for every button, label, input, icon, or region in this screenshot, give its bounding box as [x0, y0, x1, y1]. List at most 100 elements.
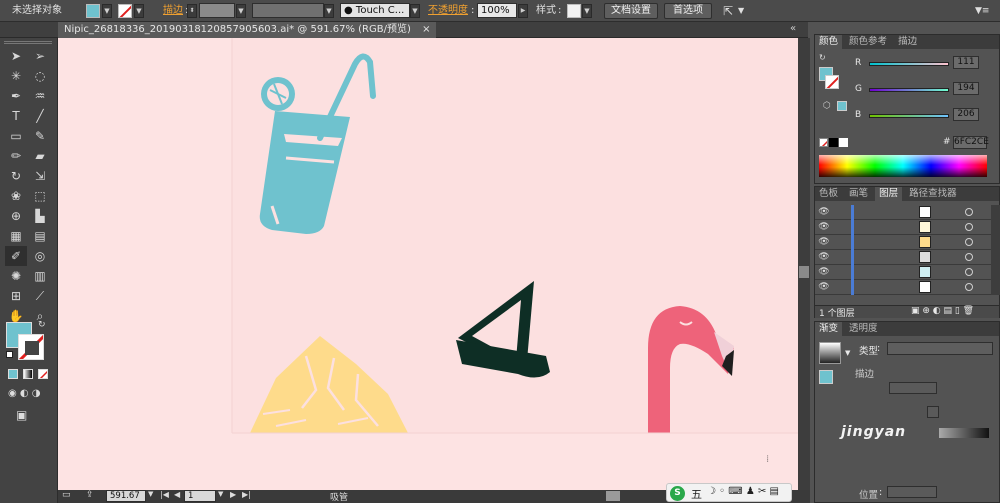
gradient-preset-dropdown[interactable]: ▼ [845, 349, 850, 357]
shape-builder-tool-icon[interactable]: ⊕ [5, 206, 27, 226]
g-slider[interactable] [869, 88, 949, 92]
b-input[interactable]: 206 [953, 108, 979, 121]
curvature-tool-icon[interactable]: ♒ [29, 86, 51, 106]
screen-mode-icon[interactable]: ▣ [16, 408, 27, 422]
next-page-icon[interactable]: ▶ [230, 490, 236, 499]
symbol-sprayer-tool-icon[interactable]: ✺ [5, 266, 27, 286]
collapse-panels-icon[interactable]: « [790, 23, 796, 34]
none-swatch[interactable] [819, 138, 828, 147]
artboard-nav-icon[interactable]: ▭ [62, 490, 71, 500]
prev-page-icon[interactable]: ◀ [174, 490, 180, 499]
column-graph-tool-icon[interactable]: ▥ [29, 266, 51, 286]
swap-fill-stroke-icon[interactable]: ↻ [38, 320, 46, 330]
tab-swatches[interactable]: 色板 [815, 187, 842, 201]
position-input[interactable] [887, 486, 937, 498]
visibility-eye-icon[interactable]: 👁 [817, 205, 831, 220]
visibility-eye-icon[interactable]: 👁 [817, 220, 831, 235]
chevron-down-icon[interactable]: ▼ [738, 0, 744, 22]
visibility-eye-icon[interactable]: 👁 [817, 250, 831, 265]
first-page-icon[interactable]: |◀ [160, 490, 169, 499]
r-input[interactable]: 111 [953, 56, 979, 69]
artboard-canvas[interactable]: ⁞ [58, 38, 798, 490]
target-circle-icon[interactable] [965, 223, 973, 231]
stroke-color-box[interactable] [18, 334, 44, 360]
document-setup-button[interactable]: 文档设置 [604, 3, 658, 19]
opacity-label[interactable]: 不透明度 [428, 0, 468, 22]
horizontal-scroll-thumb[interactable] [606, 491, 620, 501]
layer-row[interactable]: 👁 [815, 205, 991, 220]
opacity-stepper[interactable]: ▶ [518, 4, 528, 18]
panel-menu-icon[interactable]: ▼≡ [975, 0, 989, 22]
visibility-eye-icon[interactable]: 👁 [817, 235, 831, 250]
close-tab-icon[interactable]: × [422, 24, 430, 35]
target-circle-icon[interactable] [965, 268, 973, 276]
type-tool-icon[interactable]: T [5, 106, 27, 126]
tab-color-guide[interactable]: 颜色参考 [845, 35, 891, 49]
layer-row[interactable]: 👁 [815, 235, 991, 250]
style-dropdown[interactable]: ▼ [582, 4, 592, 18]
slice-tool-icon[interactable]: ⟋ [29, 286, 51, 306]
b-slider[interactable] [869, 114, 949, 118]
swap-icon[interactable]: ↻ [819, 53, 826, 62]
gradient-type-select[interactable] [887, 342, 993, 355]
free-transform-tool-icon[interactable]: ⬚ [29, 186, 51, 206]
graph-tool-icon[interactable]: ▙ [29, 206, 51, 226]
aspect-dropdown[interactable] [927, 406, 939, 418]
scale-tool-icon[interactable]: ⇲ [29, 166, 51, 186]
target-circle-icon[interactable] [965, 208, 973, 216]
lasso-tool-icon[interactable]: ◌ [29, 66, 51, 86]
angle-input[interactable] [889, 382, 937, 394]
zoom-input[interactable]: 591.67 [106, 490, 146, 502]
gradient-mode-icon[interactable] [23, 369, 33, 379]
mesh-tool-icon[interactable]: ▦ [5, 226, 27, 246]
preferences-button[interactable]: 首选项 [664, 3, 712, 19]
visibility-eye-icon[interactable]: 👁 [817, 265, 831, 280]
color-spectrum[interactable] [819, 155, 987, 177]
layer-actions-icon[interactable]: ▣ ⊕ ◐ ▤ ▯ 🗑 [911, 306, 974, 316]
eraser-tool-icon[interactable]: ▰ [29, 146, 51, 166]
vertical-scrollbar[interactable] [798, 38, 810, 490]
eyedropper-tool-icon[interactable]: ✐ [5, 246, 27, 266]
last-page-icon[interactable]: ▶| [242, 490, 251, 499]
ime-mode[interactable]: 五 [691, 486, 702, 502]
brush-definition[interactable]: ● Touch C... [340, 3, 410, 18]
magic-wand-tool-icon[interactable]: ✳ [5, 66, 27, 86]
g-input[interactable]: 194 [953, 82, 979, 95]
tab-brushes[interactable]: 画笔 [845, 187, 872, 201]
brush-dropdown[interactable]: ▼ [410, 4, 420, 18]
target-circle-icon[interactable] [965, 253, 973, 261]
visibility-eye-icon[interactable]: 👁 [817, 280, 831, 295]
target-circle-icon[interactable] [965, 238, 973, 246]
tab-color[interactable]: 颜色 [815, 35, 843, 49]
profile-dropdown[interactable]: ▼ [324, 4, 334, 18]
warp-tool-icon[interactable]: ❀ [5, 186, 27, 206]
blend-tool-icon[interactable]: ◎ [29, 246, 51, 266]
layer-row[interactable]: 👁 [815, 250, 991, 265]
layer-row[interactable]: 👁 [815, 280, 991, 295]
gradient-slider[interactable] [939, 428, 989, 438]
tab-gradient[interactable]: 渐变 [815, 322, 843, 336]
fill-swatch[interactable] [86, 4, 100, 18]
scroll-thumb[interactable] [799, 266, 809, 278]
opacity-input[interactable]: 100% [477, 3, 517, 18]
hex-input[interactable]: 6FC2CE [953, 136, 989, 149]
layer-row[interactable]: 👁 [815, 220, 991, 235]
gradient-preview[interactable] [819, 342, 841, 364]
paintbrush-tool-icon[interactable]: ✎ [29, 126, 51, 146]
none-mode-icon[interactable] [38, 369, 48, 379]
rotate-tool-icon[interactable]: ↻ [5, 166, 27, 186]
stroke-weight-stepper[interactable]: ⬍ [187, 4, 197, 18]
white-swatch[interactable] [839, 138, 848, 147]
layers-scrollbar[interactable] [991, 205, 1000, 295]
tab-stroke[interactable]: 描边 [894, 35, 921, 49]
stroke-weight-field[interactable] [199, 3, 235, 18]
tab-layers[interactable]: 图层 [875, 187, 903, 201]
default-colors-icon[interactable] [6, 351, 13, 358]
gradient-fill-box[interactable] [819, 370, 833, 384]
direct-selection-tool-icon[interactable]: ➢ [29, 46, 51, 66]
document-tab[interactable]: Nipic_26818336_20190318120857905603.ai* … [58, 22, 437, 38]
draw-mode-icon[interactable]: ◉ ◐ ◑ [8, 388, 41, 399]
stroke-weight-dropdown[interactable]: ▼ [236, 4, 246, 18]
pen-tool-icon[interactable]: ✒ [5, 86, 27, 106]
ime-controls-icon[interactable]: ☽ ◦ ⌨ ♟ ✂ ▤ [707, 486, 779, 497]
